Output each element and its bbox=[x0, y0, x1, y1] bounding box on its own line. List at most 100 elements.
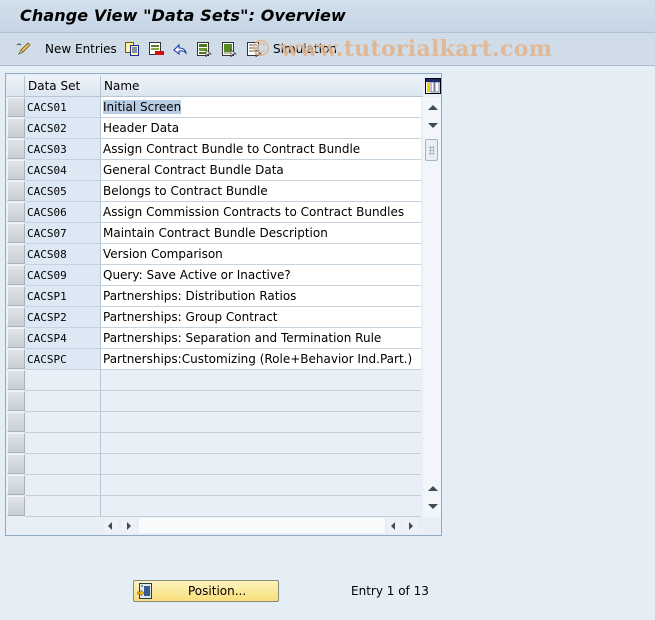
cell-data-set[interactable]: CACS02 bbox=[25, 118, 101, 139]
row-selector[interactable] bbox=[7, 370, 25, 390]
horizontal-scroll-track[interactable] bbox=[139, 518, 385, 533]
position-button-label: Position... bbox=[188, 584, 247, 598]
cell-name[interactable]: Partnerships: Separation and Termination… bbox=[101, 328, 421, 349]
position-button[interactable]: Position... bbox=[133, 580, 279, 602]
delete-icon bbox=[148, 41, 164, 57]
cell-data-set[interactable] bbox=[25, 433, 101, 454]
row-selector[interactable] bbox=[7, 97, 25, 117]
table-control: Data Set Name CACS01 Initial Screen CACS02… bbox=[5, 73, 442, 536]
cell-name[interactable]: Partnerships: Group Contract bbox=[101, 307, 421, 328]
cell-data-set[interactable]: CACSP2 bbox=[25, 307, 101, 328]
scroll-down-button[interactable] bbox=[425, 117, 440, 133]
cell-name[interactable]: Header Data bbox=[101, 118, 421, 139]
watermark: © www.tutorialkart.com bbox=[250, 36, 553, 62]
arrow-up-icon bbox=[428, 486, 438, 491]
cell-name[interactable] bbox=[101, 412, 421, 433]
position-icon bbox=[136, 583, 152, 599]
cell-name[interactable]: Belongs to Contract Bundle bbox=[101, 181, 421, 202]
row-selector[interactable] bbox=[7, 391, 25, 411]
cell-data-set[interactable]: CACS06 bbox=[25, 202, 101, 223]
row-selector[interactable] bbox=[7, 496, 25, 516]
row-selector[interactable] bbox=[7, 286, 25, 306]
cell-data-set[interactable] bbox=[25, 412, 101, 433]
cell-data-set[interactable]: CACS01 bbox=[25, 97, 101, 118]
cell-name[interactable]: General Contract Bundle Data bbox=[101, 160, 421, 181]
cell-data-set[interactable] bbox=[25, 391, 101, 412]
cell-name-text: General Contract Bundle Data bbox=[103, 163, 284, 177]
undo-icon bbox=[172, 41, 188, 57]
display-change-button[interactable] bbox=[16, 40, 32, 58]
row-selector[interactable] bbox=[7, 475, 25, 495]
cell-name[interactable]: Partnerships: Distribution Ratios bbox=[101, 286, 421, 307]
cell-data-set[interactable] bbox=[25, 454, 101, 475]
cell-name[interactable]: Assign Commission Contracts to Contract … bbox=[101, 202, 421, 223]
row-selector[interactable] bbox=[7, 328, 25, 348]
cell-name[interactable] bbox=[101, 391, 421, 412]
cell-name[interactable]: Partnerships:Customizing (Role+Behavior … bbox=[101, 349, 421, 370]
row-selector[interactable] bbox=[7, 244, 25, 264]
cell-name[interactable] bbox=[101, 496, 421, 517]
cell-name[interactable] bbox=[101, 370, 421, 391]
row-selector[interactable] bbox=[7, 202, 25, 222]
copy-as-button[interactable] bbox=[124, 40, 140, 58]
arrow-up-icon bbox=[428, 105, 438, 110]
scroll-thumb[interactable] bbox=[425, 139, 438, 161]
cell-data-set[interactable]: CACS07 bbox=[25, 223, 101, 244]
cell-name[interactable]: Version Comparison bbox=[101, 244, 421, 265]
cell-name[interactable] bbox=[101, 433, 421, 454]
cell-data-set[interactable]: CACS08 bbox=[25, 244, 101, 265]
select-all-rows-corner[interactable] bbox=[7, 76, 25, 97]
horizontal-scrollbar[interactable] bbox=[102, 518, 422, 534]
cell-name[interactable] bbox=[101, 475, 421, 496]
cell-data-set[interactable]: CACS04 bbox=[25, 160, 101, 181]
cell-name-text: Initial Screen bbox=[103, 100, 182, 114]
undo-change-button[interactable] bbox=[172, 40, 188, 58]
column-header-name[interactable]: Name bbox=[101, 76, 423, 97]
cell-data-set[interactable]: CACS05 bbox=[25, 181, 101, 202]
arrow-right-icon bbox=[127, 522, 131, 530]
scroll-left-button[interactable] bbox=[104, 518, 118, 533]
cell-name-text: Partnerships: Group Contract bbox=[103, 310, 278, 324]
scroll-right-button[interactable] bbox=[122, 518, 136, 533]
scroll-left-end-button[interactable] bbox=[387, 518, 401, 533]
cell-name[interactable]: Assign Contract Bundle to Contract Bundl… bbox=[101, 139, 421, 160]
scroll-right-end-button[interactable] bbox=[404, 518, 418, 533]
row-selector[interactable] bbox=[7, 139, 25, 159]
new-entries-button[interactable]: New Entries bbox=[45, 40, 117, 58]
cell-data-set[interactable] bbox=[25, 475, 101, 496]
row-selector[interactable] bbox=[7, 412, 25, 432]
cell-data-set[interactable]: CACSP1 bbox=[25, 286, 101, 307]
scroll-page-down-button[interactable] bbox=[425, 498, 440, 514]
select-all-button[interactable] bbox=[196, 40, 212, 59]
row-selector[interactable] bbox=[7, 223, 25, 243]
row-selector[interactable] bbox=[7, 433, 25, 453]
cell-data-set[interactable]: CACSP4 bbox=[25, 328, 101, 349]
select-block-button[interactable] bbox=[221, 40, 237, 59]
cell-name-text: Partnerships: Distribution Ratios bbox=[103, 289, 297, 303]
cell-data-set[interactable]: CACS09 bbox=[25, 265, 101, 286]
cell-name[interactable] bbox=[101, 454, 421, 475]
row-selector[interactable] bbox=[7, 454, 25, 474]
column-header-data-set[interactable]: Data Set bbox=[25, 76, 101, 97]
row-selector[interactable] bbox=[7, 160, 25, 180]
cell-data-set[interactable] bbox=[25, 496, 101, 517]
row-selector[interactable] bbox=[7, 118, 25, 138]
row-selector[interactable] bbox=[7, 181, 25, 201]
vertical-scrollbar[interactable] bbox=[423, 97, 441, 517]
row-selector[interactable] bbox=[7, 307, 25, 327]
cell-name-text: Version Comparison bbox=[103, 247, 223, 261]
cell-data-set[interactable]: CACSPC bbox=[25, 349, 101, 370]
table-settings-button[interactable] bbox=[425, 78, 441, 94]
scroll-up-button[interactable] bbox=[425, 100, 440, 116]
scroll-page-up-button[interactable] bbox=[425, 481, 440, 497]
cell-name-text: Partnerships: Separation and Termination… bbox=[103, 331, 382, 345]
delete-button[interactable] bbox=[148, 40, 164, 58]
row-selector[interactable] bbox=[7, 265, 25, 285]
cell-name[interactable]: Maintain Contract Bundle Description bbox=[101, 223, 421, 244]
entry-counter: Entry 1 of 13 bbox=[351, 584, 429, 598]
row-selector[interactable] bbox=[7, 349, 25, 369]
cell-data-set[interactable] bbox=[25, 370, 101, 391]
cell-name[interactable]: Query: Save Active or Inactive? bbox=[101, 265, 421, 286]
cell-data-set[interactable]: CACS03 bbox=[25, 139, 101, 160]
cell-name[interactable]: Initial Screen bbox=[101, 97, 421, 118]
